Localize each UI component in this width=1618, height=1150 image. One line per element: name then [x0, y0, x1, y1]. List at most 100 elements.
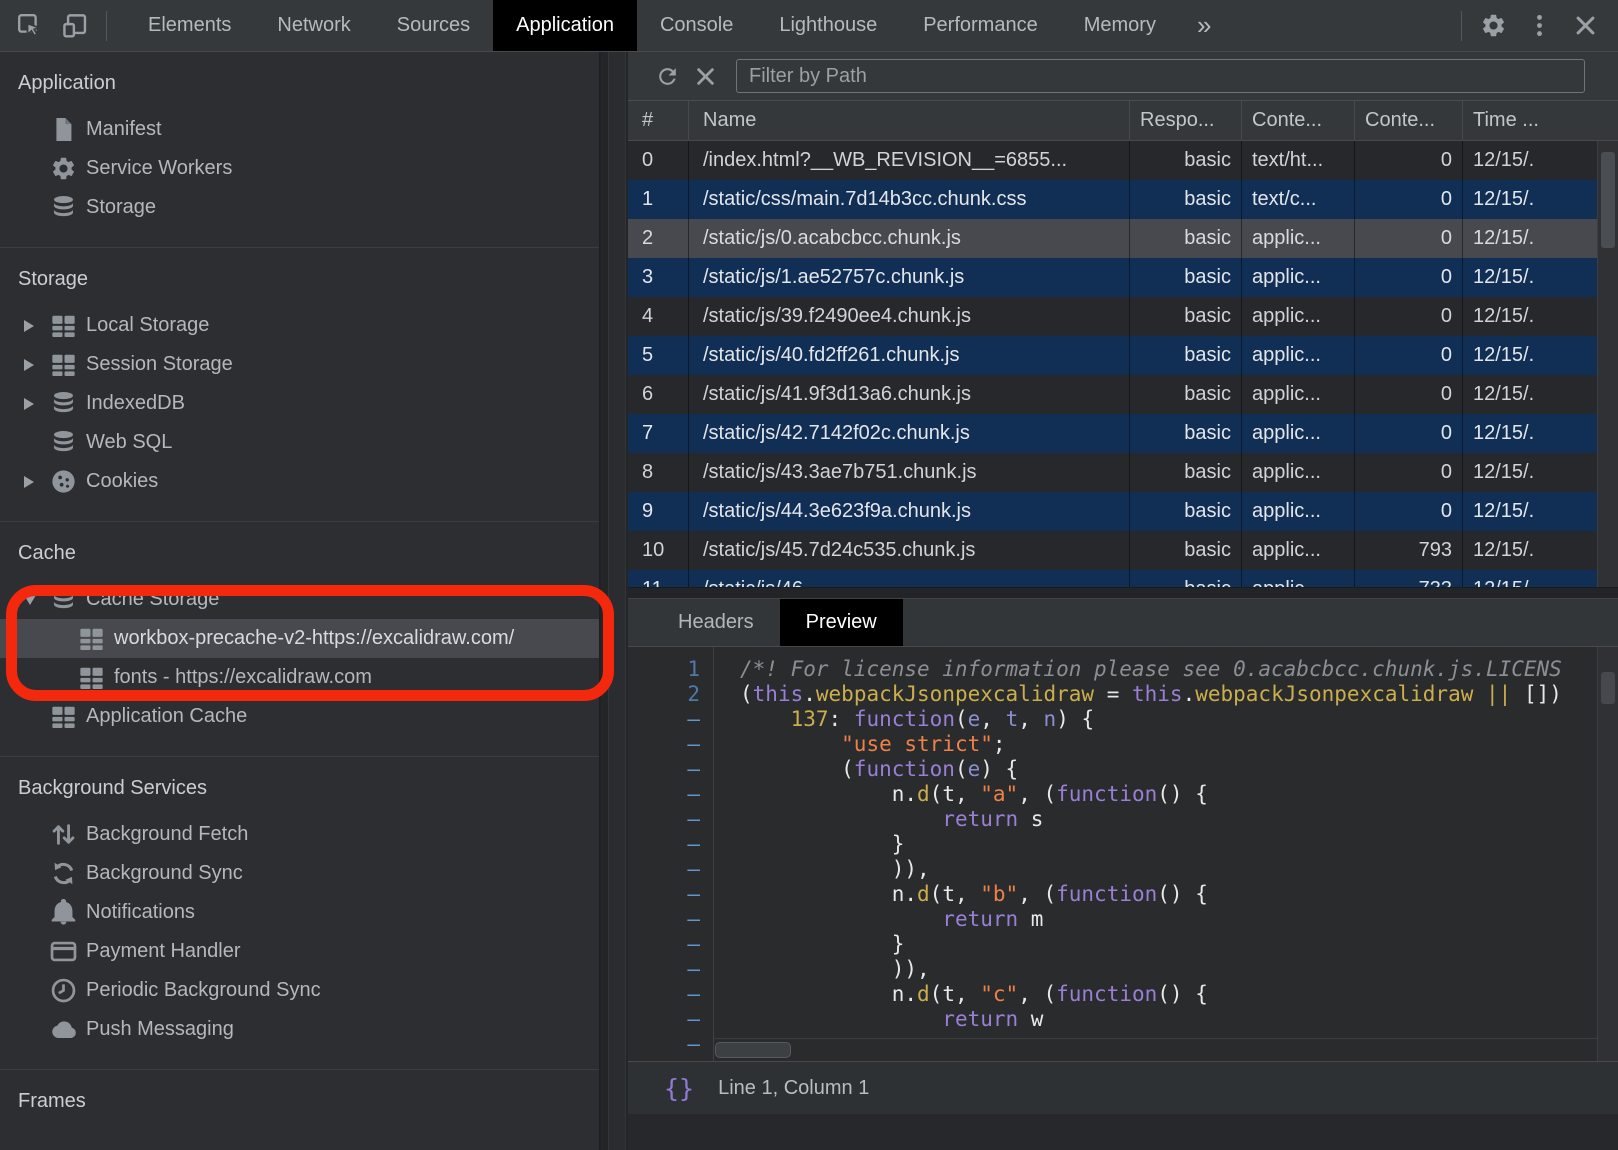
line-number[interactable]: –	[628, 832, 714, 857]
line-number[interactable]: –	[628, 807, 714, 832]
table-row[interactable]: 7/static/js/42.7142f02c.chunk.jsbasicapp…	[628, 414, 1618, 453]
sidebar-item-cache-storage[interactable]: Cache Storage	[0, 580, 599, 619]
code-text: )),	[714, 957, 930, 982]
delete-selected-icon[interactable]	[686, 64, 724, 89]
kebab-menu-icon[interactable]	[1516, 0, 1562, 51]
chevron-right-icon[interactable]	[24, 320, 34, 332]
tab-console[interactable]: Console	[637, 0, 756, 51]
sidebar-item-cookies[interactable]: Cookies	[0, 462, 599, 501]
cell-response-type: basic	[1130, 492, 1242, 531]
table-row[interactable]: 11/static/js/46...basicapplic...73312/15…	[628, 570, 1618, 587]
sidebar-item-fonts-cache[interactable]: fonts - https://excalidraw.com	[0, 658, 599, 697]
table-row[interactable]: 10/static/js/45.7d24c535.chunk.jsbasicap…	[628, 531, 1618, 570]
table-scrollbar[interactable]	[1597, 141, 1618, 587]
sidebar-item-notifications[interactable]: Notifications	[0, 893, 599, 932]
column-header-response-type[interactable]: Respo...	[1130, 101, 1242, 140]
tab-lighthouse[interactable]: Lighthouse	[756, 0, 900, 51]
code-vertical-scrollbar[interactable]	[1597, 647, 1618, 1061]
sidebar-item-payment-handler[interactable]: Payment Handler	[0, 932, 599, 971]
line-number[interactable]: –	[628, 1007, 714, 1032]
cell-content-length: 0	[1355, 492, 1463, 531]
line-number[interactable]: –	[628, 1032, 714, 1057]
close-icon[interactable]	[1562, 0, 1608, 51]
tab-memory[interactable]: Memory	[1061, 0, 1179, 51]
code-horizontal-scrollbar-thumb[interactable]	[715, 1042, 791, 1058]
table-row[interactable]: 4/static/js/39.f2490ee4.chunk.jsbasicapp…	[628, 297, 1618, 336]
code-lines: 1/*! For license information please see …	[628, 657, 1597, 1061]
chevron-right-icon[interactable]	[24, 398, 34, 410]
sidebar-item-workbox-precache[interactable]: workbox-precache-v2-https://excalidraw.c…	[0, 619, 599, 658]
line-number[interactable]: 2	[628, 682, 714, 707]
sidebar-item-push-messaging[interactable]: Push Messaging	[0, 1010, 599, 1049]
refresh-icon[interactable]	[648, 64, 686, 89]
sidebar-item-background-sync[interactable]: Background Sync	[0, 854, 599, 893]
line-number[interactable]: –	[628, 757, 714, 782]
tab-network[interactable]: Network	[254, 0, 373, 51]
table-row[interactable]: 8/static/js/43.3ae7b751.chunk.jsbasicapp…	[628, 453, 1618, 492]
cell-content-length: 0	[1355, 414, 1463, 453]
code-vertical-scrollbar-thumb[interactable]	[1601, 672, 1615, 704]
cell-name: /static/js/1.ae52757c.chunk.js	[689, 258, 1130, 297]
line-number[interactable]: –	[628, 932, 714, 957]
line-number[interactable]: 1	[628, 657, 714, 682]
chevron-down-icon[interactable]	[24, 595, 36, 605]
device-toolbar-icon[interactable]	[52, 0, 98, 51]
sidebar-item-session-storage[interactable]: Session Storage	[0, 345, 599, 384]
cache-storage-panel: # Name Respo... Conte... Conte... Time .…	[628, 52, 1618, 1150]
sidebar-item-application-cache[interactable]: Application Cache	[0, 697, 599, 736]
line-number[interactable]: –	[628, 957, 714, 982]
column-header-index[interactable]: #	[628, 101, 689, 140]
line-number[interactable]: –	[628, 982, 714, 1007]
table-row[interactable]: 2/static/js/0.acabcbcc.chunk.jsbasicappl…	[628, 219, 1618, 258]
line-number[interactable]: –	[628, 707, 714, 732]
horizontal-splitter[interactable]	[628, 587, 1618, 599]
chevron-right-icon[interactable]	[24, 476, 34, 488]
tab-headers[interactable]: Headers	[652, 599, 780, 646]
settings-gear-icon[interactable]	[1470, 0, 1516, 51]
cell-content-type: applic...	[1242, 297, 1355, 336]
tab-performance[interactable]: Performance	[900, 0, 1061, 51]
braces-format-icon[interactable]: {}	[664, 1074, 694, 1103]
tab-elements[interactable]: Elements	[125, 0, 254, 51]
sidebar-item-web-sql[interactable]: Web SQL	[0, 423, 599, 462]
sidebar-item-label: Web SQL	[86, 431, 172, 454]
line-number[interactable]: –	[628, 907, 714, 932]
table-row[interactable]: 0/index.html?__WB_REVISION__=6855...basi…	[628, 141, 1618, 180]
sidebar-item-periodic-background-sync[interactable]: Periodic Background Sync	[0, 971, 599, 1010]
tab-sources[interactable]: Sources	[374, 0, 493, 51]
column-header-time-cached[interactable]: Time ...	[1463, 101, 1597, 140]
table-row[interactable]: 1/static/css/main.7d14b3cc.chunk.cssbasi…	[628, 180, 1618, 219]
line-number[interactable]: –	[628, 882, 714, 907]
tab-application[interactable]: Application	[493, 0, 637, 51]
more-tabs-chevron-icon[interactable]: »	[1179, 0, 1229, 51]
column-header-content-length[interactable]: Conte...	[1355, 101, 1463, 140]
tab-preview[interactable]: Preview	[780, 599, 903, 646]
chevron-right-icon[interactable]	[24, 359, 34, 371]
table-row[interactable]: 3/static/js/1.ae52757c.chunk.jsbasicappl…	[628, 258, 1618, 297]
sidebar-item-manifest[interactable]: Manifest	[0, 110, 599, 149]
sidebar-item-service-workers[interactable]: Service Workers	[0, 149, 599, 188]
table-row[interactable]: 6/static/js/41.9f3d13a6.chunk.jsbasicapp…	[628, 375, 1618, 414]
sidebar-item-local-storage[interactable]: Local Storage	[0, 306, 599, 345]
cell-time-cached: 12/15/.	[1463, 336, 1597, 375]
preview-code-viewer[interactable]: 1/*! For license information please see …	[628, 647, 1618, 1061]
panel-splitter[interactable]	[601, 52, 628, 1150]
column-header-name[interactable]: Name	[689, 101, 1130, 140]
column-header-content-type[interactable]: Conte...	[1242, 101, 1355, 140]
table-row[interactable]: 9/static/js/44.3e623f9a.chunk.jsbasicapp…	[628, 492, 1618, 531]
cell-content-type: applic...	[1242, 570, 1355, 587]
sidebar-item-label: Service Workers	[86, 157, 232, 180]
code-horizontal-scrollbar[interactable]	[714, 1038, 1597, 1061]
line-number[interactable]: –	[628, 857, 714, 882]
cell-content-length: 0	[1355, 219, 1463, 258]
table-row[interactable]: 5/static/js/40.fd2ff261.chunk.jsbasicapp…	[628, 336, 1618, 375]
line-number[interactable]: –	[628, 732, 714, 757]
line-number[interactable]: –	[628, 782, 714, 807]
sidebar-item-background-fetch[interactable]: Background Fetch	[0, 815, 599, 854]
sidebar-item-indexeddb[interactable]: IndexedDB	[0, 384, 599, 423]
cell-response-type: basic	[1130, 414, 1242, 453]
table-scrollbar-thumb[interactable]	[1601, 152, 1615, 248]
sidebar-item-storage[interactable]: Storage	[0, 188, 599, 227]
inspect-element-icon[interactable]	[6, 0, 52, 51]
filter-by-path-input[interactable]	[736, 59, 1585, 93]
